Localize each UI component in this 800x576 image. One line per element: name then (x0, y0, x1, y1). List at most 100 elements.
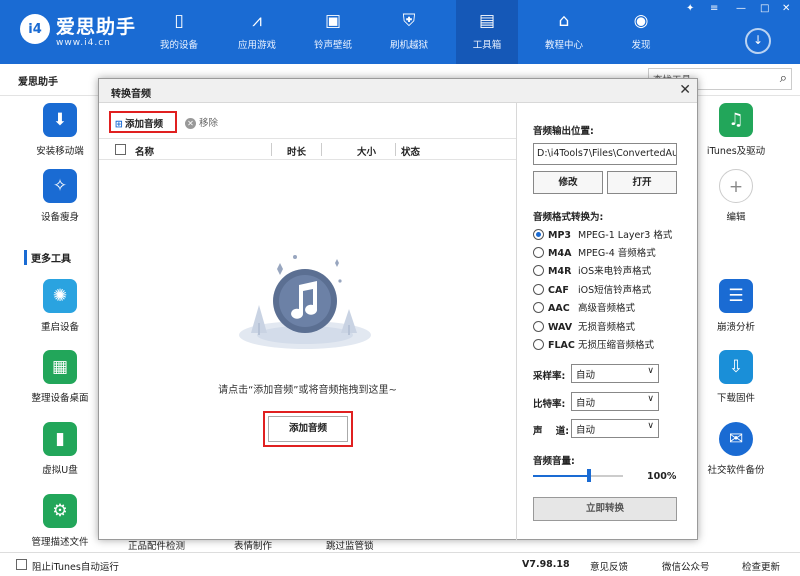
col-name[interactable]: 名称 (135, 144, 154, 158)
block-itunes-label[interactable]: 阻止iTunes自动运行 (32, 559, 119, 573)
tool-download-firmware[interactable]: ⇩ 下载固件 (686, 350, 786, 404)
tool-edit[interactable]: + 编辑 (686, 169, 786, 223)
format-option-flac[interactable]: FLAC 无损压缩音频格式 (533, 337, 654, 353)
block-itunes-checkbox[interactable] (16, 559, 27, 570)
radio-selected[interactable] (533, 229, 544, 240)
brand-name: 爱思助手 (56, 16, 137, 38)
radio-unselected[interactable] (533, 284, 544, 295)
add-audio-center-button[interactable]: 添加音频 (268, 416, 348, 442)
volume-label: 音频音量: (533, 456, 575, 467)
nav-apps-games[interactable]: ⩘ 应用游戏 (226, 0, 288, 64)
channel-label: 声 道: (533, 426, 570, 437)
nav-my-device[interactable]: ▯ 我的设备 (148, 0, 210, 64)
format-desc: iOS来电铃声格式 (578, 266, 652, 277)
format-option-m4r[interactable]: M4R iOS来电铃声格式 (533, 263, 651, 279)
dialog-close-icon[interactable]: ✕ (679, 82, 691, 98)
volume-slider[interactable] (533, 469, 623, 483)
bitrate-select[interactable]: 自动 ∨ (571, 392, 659, 411)
nav-tutorials[interactable]: ⌂ 教程中心 (533, 0, 595, 64)
radio-unselected[interactable] (533, 321, 544, 332)
search-icon[interactable]: ⌕ (780, 71, 787, 86)
format-option-aac[interactable]: AAC 高级音频格式 (533, 300, 635, 316)
format-code: FLAC (548, 340, 575, 351)
tool-install-mobile[interactable]: ⬇ 安装移动端 (10, 103, 110, 157)
add-audio-center-button-frame: 添加音频 (263, 411, 353, 447)
skin-icon[interactable]: ✦ (686, 3, 694, 14)
nav-ringtones[interactable]: ▣ 铃声壁纸 (302, 0, 364, 64)
bitrate-row: 比特率: 自动 ∨ (533, 392, 659, 411)
format-option-mp3[interactable]: MP3 MPEG-1 Layer3 格式 (533, 227, 672, 243)
chevron-down-icon: ∨ (647, 394, 654, 404)
feedback-link[interactable]: 意见反馈 (590, 559, 628, 573)
tool-itunes-drivers[interactable]: ♫ iTunes及驱动 (686, 103, 786, 157)
column-divider (321, 143, 322, 156)
chevron-down-icon: ∨ (647, 366, 654, 376)
radio-unselected[interactable] (533, 247, 544, 258)
tool-crash-analysis[interactable]: ☰ 崩溃分析 (686, 279, 786, 333)
nav-discover[interactable]: ◉ 发现 (610, 0, 672, 64)
minimize-icon[interactable]: — (736, 3, 746, 14)
add-file-icon: ⊞ (115, 119, 123, 130)
menu-icon[interactable]: ≡ (710, 3, 718, 14)
col-status[interactable]: 状态 (401, 144, 420, 158)
format-code: WAV (548, 322, 573, 333)
tool-restart-device[interactable]: ✺ 重启设备 (10, 279, 110, 333)
add-audio-button[interactable]: ⊞ 添加音频 (109, 111, 177, 133)
tool-social-backup[interactable]: ✉ 社交软件备份 (686, 422, 786, 476)
volume-value: 100% (647, 471, 677, 482)
sample-rate-value: 自动 (576, 370, 596, 381)
tool-label: 管理描述文件 (31, 537, 89, 548)
channel-select[interactable]: 自动 ∨ (571, 419, 659, 438)
format-code: M4R (548, 266, 572, 277)
tab-i4-assistant[interactable]: 爱思助手 (18, 73, 58, 88)
tool-label: 整理设备桌面 (31, 393, 89, 404)
channel-row: 声 道: 自动 ∨ (533, 419, 659, 438)
format-option-m4a[interactable]: M4A MPEG-4 音频格式 (533, 245, 656, 261)
tool-organize-desktop[interactable]: ▦ 整理设备桌面 (10, 350, 110, 404)
download-icon[interactable]: ↓ (745, 28, 771, 54)
settings-pane: 音频输出位置: D:\i4Tools7\Files\ConvertedAu 修改… (516, 103, 699, 541)
slider-thumb[interactable] (587, 469, 591, 482)
col-duration[interactable]: 时长 (287, 144, 306, 158)
crash-report-icon: ☰ (719, 279, 753, 313)
tool-manage-profiles[interactable]: ⚙ 管理描述文件 (10, 494, 110, 548)
sample-rate-select[interactable]: 自动 ∨ (571, 364, 659, 383)
remove-button[interactable]: ✕ 移除 (185, 115, 218, 129)
nav-label: 发现 (631, 40, 651, 51)
nav-toolbox[interactable]: ▤ 工具箱 (456, 0, 518, 64)
radio-unselected[interactable] (533, 339, 544, 350)
format-option-wav[interactable]: WAV 无损音频格式 (533, 319, 635, 335)
tool-device-slim[interactable]: ✧ 设备瘦身 (10, 169, 110, 223)
app-store-icon: ⩘ (252, 11, 262, 31)
sample-rate-row: 采样率: 自动 ∨ (533, 364, 659, 383)
tool-virtual-usb[interactable]: ▮ 虚拟U盘 (10, 422, 110, 476)
output-path-field[interactable]: D:\i4Tools7\Files\ConvertedAu (533, 143, 677, 165)
tool-label: 崩溃分析 (716, 322, 755, 333)
app-logo: i4 (20, 14, 50, 44)
dialog-titlebar: 转换音频 ✕ (99, 79, 697, 103)
radio-unselected[interactable] (533, 302, 544, 313)
open-button[interactable]: 打开 (607, 171, 677, 194)
tutorial-icon: ⌂ (558, 11, 570, 31)
modify-button[interactable]: 修改 (533, 171, 603, 194)
close-icon[interactable]: ✕ (782, 3, 790, 14)
col-size[interactable]: 大小 (357, 144, 376, 158)
flash-jailbreak-icon: ⛨ (402, 11, 416, 31)
itunes-icon: ♫ (719, 103, 753, 137)
output-location-label: 音频输出位置: (533, 126, 594, 137)
chevron-down-icon: ∨ (647, 421, 654, 431)
check-update-link[interactable]: 检查更新 (742, 559, 780, 573)
discover-icon: ◉ (633, 11, 649, 31)
format-desc: iOS短信铃声格式 (578, 285, 652, 296)
maximize-icon[interactable]: □ (760, 3, 769, 14)
tool-label: 重启设备 (40, 322, 79, 333)
wechat-link[interactable]: 微信公众号 (662, 559, 710, 573)
select-all-checkbox[interactable] (115, 144, 126, 155)
format-option-caf[interactable]: CAF iOS短信铃声格式 (533, 282, 651, 298)
radio-unselected[interactable] (533, 265, 544, 276)
add-audio-label: 添加音频 (124, 119, 163, 130)
remove-icon: ✕ (185, 118, 196, 129)
nav-flash-jailbreak[interactable]: ⛨ 刷机越狱 (378, 0, 440, 64)
convert-now-button[interactable]: 立即转换 (533, 497, 677, 521)
slider-fill (533, 475, 589, 477)
